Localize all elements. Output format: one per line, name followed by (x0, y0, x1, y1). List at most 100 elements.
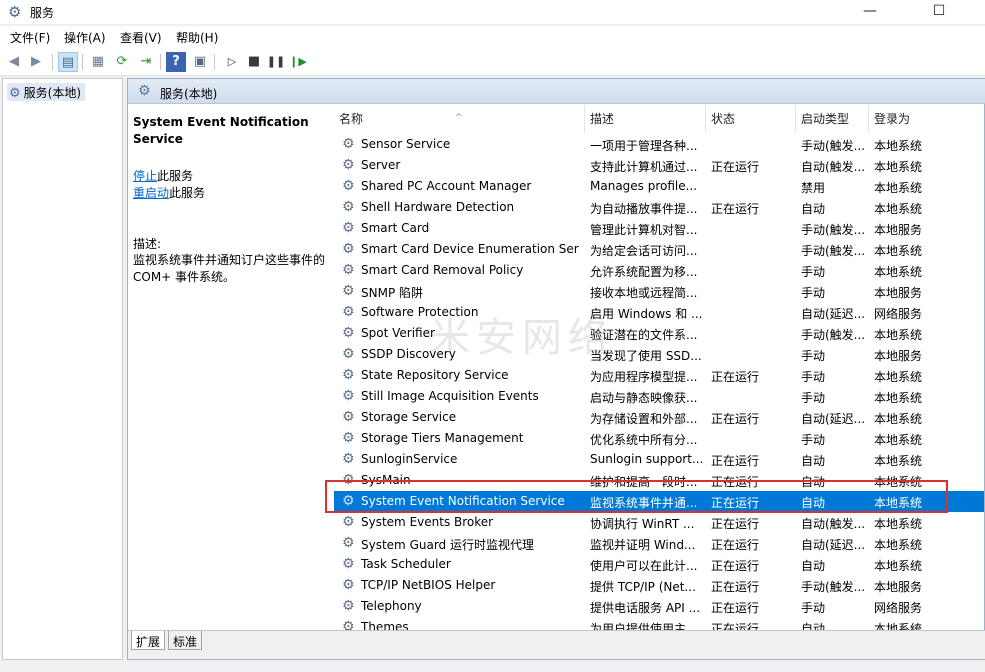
service-gear-icon: ⚙ (342, 514, 355, 530)
console-tree-icon[interactable]: ▤ (58, 52, 78, 72)
forward-arrow-icon[interactable]: ▶ (26, 52, 46, 72)
table-row[interactable]: ⚙ SunloginService Sunlogin support... 正在运行 自… (334, 449, 984, 470)
service-name: SSDP Discovery (361, 347, 456, 361)
properties-sheet-icon[interactable]: ▦ (88, 52, 108, 72)
view-pane-icon[interactable]: ▣ (190, 52, 210, 72)
service-startup-type: 自动(延迟... (801, 307, 866, 321)
service-log-on-as: 本地系统 (874, 559, 923, 573)
table-row[interactable]: ⚙ SysMain 维护和提高一段时... 正在运行 自动 本地系统 (334, 470, 984, 491)
stop-service-link[interactable]: 停止 (133, 169, 157, 183)
menu-file[interactable]: 文件(F) (10, 29, 50, 46)
service-log-on-as: 本地系统 (874, 622, 923, 630)
service-status: 正在运行 (711, 622, 760, 630)
column-header-description[interactable]: 描述 (585, 105, 706, 133)
table-row[interactable]: ⚙ Smart Card Device Enumeration Ser... 为给定… (334, 239, 984, 260)
service-startup-type: 自动 (801, 622, 826, 630)
service-description: 提供 TCP/IP (Net... (590, 580, 696, 594)
service-name: Server (361, 158, 401, 172)
table-row[interactable]: ⚙ Themes 为用户提供使用主... 正在运行 自动 本地系统 (334, 617, 984, 630)
column-header-log-on-as[interactable]: 登录为 (869, 105, 949, 133)
service-log-on-as: 本地系统 (874, 244, 923, 258)
service-name: Themes (361, 620, 409, 630)
table-row[interactable]: ⚙ Software Protection 启用 Windows 和 ... 自动(延… (334, 302, 984, 323)
table-row[interactable]: ⚙ Storage Tiers Management 优化系统中所有分... 手动 本地… (334, 428, 984, 449)
minimize-button[interactable]: — (847, 0, 893, 24)
menu-view[interactable]: 查看(V) (120, 29, 162, 46)
table-row[interactable]: ⚙ Telephony 提供电话服务 API ... 正在运行 手动 网络服务 (334, 596, 984, 617)
table-row[interactable]: ⚙ Task Scheduler 使用户可以在此计... 正在运行 自动 本地系统 (334, 554, 984, 575)
table-row[interactable]: ⚙ System Guard 运行时监视代理 监视并证明 Wind... 正在运行 自动… (334, 533, 984, 554)
service-description: 验证潜在的文件系... (590, 328, 698, 342)
service-status: 正在运行 (711, 496, 760, 510)
table-row[interactable]: ⚙ Shell Hardware Detection 为自动播放事件提... 正在运行… (334, 197, 984, 218)
table-row[interactable]: ⚙ SNMP 陷阱 接收本地或远程简... 手动 本地服务 (334, 281, 984, 302)
maximize-button[interactable]: ☐ (916, 0, 962, 24)
service-startup-type: 手动 (801, 265, 826, 279)
table-row[interactable]: ⚙ State Repository Service 为应用程序模型提... 正在运行… (334, 365, 984, 386)
restart-service-link[interactable]: 重启动 (133, 186, 169, 200)
service-description: 允许系统配置为移... (590, 265, 698, 279)
title-bar: ⚙ 服务 — ☐ ✕ (0, 0, 985, 24)
service-description: 启用 Windows 和 ... (590, 307, 702, 321)
service-startup-type: 自动(触发... (801, 160, 866, 174)
table-row[interactable]: ⚙ System Event Notification Service 监视系统事件… (334, 491, 984, 512)
tree-item-services-local[interactable]: ⚙ 服务(本地) (7, 83, 86, 101)
service-startup-type: 手动(触发... (801, 580, 866, 594)
tab-extended[interactable]: 扩展 (131, 631, 166, 650)
console-tree: ⚙ 服务(本地) (2, 78, 123, 660)
service-name: Spot Verifier (361, 326, 435, 340)
table-row[interactable]: ⚙ Sensor Service 一项用于管理各种... 手动(触发... 本地系统 (334, 134, 984, 155)
column-header-startup-type[interactable]: 启动类型 (796, 105, 869, 133)
export-list-icon[interactable]: ⇥ (136, 52, 156, 72)
services-pane: ⚙ 服务(本地) System Event Notification Servi… (127, 78, 985, 660)
table-row[interactable]: ⚙ Smart Card 管理此计算机对智... 手动(触发... 本地服务 (334, 218, 984, 239)
service-startup-type: 手动(触发... (801, 244, 866, 258)
service-log-on-as: 网络服务 (874, 307, 923, 321)
services-list: 名称 ^ 描述 状态 启动类型 登录为 ⚙ Sensor Service 一项用于管… (334, 105, 984, 630)
service-gear-icon: ⚙ (342, 493, 355, 509)
help-icon[interactable]: ? (166, 52, 186, 72)
service-gear-icon: ⚙ (342, 451, 355, 467)
table-row[interactable]: ⚙ Smart Card Removal Policy 允许系统配置为移... 手动 本… (334, 260, 984, 281)
back-arrow-icon[interactable]: ◀ (4, 52, 24, 72)
table-row[interactable]: ⚙ Storage Service 为存储设置和外部... 正在运行 自动(延迟... 本… (334, 407, 984, 428)
service-name: Sensor Service (361, 137, 451, 151)
restart-service-icon[interactable]: ❙▶ (288, 52, 308, 72)
service-status: 正在运行 (711, 475, 760, 489)
service-status: 正在运行 (711, 538, 760, 552)
service-startup-type: 手动 (801, 601, 826, 615)
table-row[interactable]: ⚙ System Events Broker 协调执行 WinRT ... 正在运行 自… (334, 512, 984, 533)
table-row[interactable]: ⚙ Server 支持此计算机通过... 正在运行 自动(触发... 本地系统 (334, 155, 984, 176)
table-row[interactable]: ⚙ SSDP Discovery 当发现了使用 SSD... 手动 本地服务 (334, 344, 984, 365)
table-row[interactable]: ⚙ Still Image Acquisition Events 启动与静态映像获.… (334, 386, 984, 407)
table-row[interactable]: ⚙ Spot Verifier 验证潜在的文件系... 手动(触发... 本地系统 (334, 323, 984, 344)
service-gear-icon: ⚙ (342, 178, 355, 194)
menu-action[interactable]: 操作(A) (64, 29, 106, 46)
service-startup-type: 自动 (801, 559, 826, 573)
menu-help[interactable]: 帮助(H) (176, 29, 218, 46)
service-name: SunloginService (361, 452, 458, 466)
column-header-status[interactable]: 状态 (706, 105, 796, 133)
pause-service-icon[interactable]: ❚❚ (266, 52, 286, 72)
service-startup-type: 禁用 (801, 181, 826, 195)
column-header-name[interactable]: 名称 ^ (334, 105, 585, 133)
service-gear-icon: ⚙ (342, 283, 355, 299)
refresh-icon[interactable]: ⟳ (112, 52, 132, 72)
service-log-on-as: 本地系统 (874, 433, 923, 447)
service-startup-type: 自动 (801, 496, 826, 510)
service-log-on-as: 本地系统 (874, 370, 923, 384)
start-service-icon[interactable]: ▷ (222, 52, 242, 72)
service-description: 启动与静态映像获... (590, 391, 698, 405)
service-description: 优化系统中所有分... (590, 433, 698, 447)
stop-service-icon[interactable]: ■ (244, 52, 264, 72)
tab-standard[interactable]: 标准 (168, 631, 203, 650)
table-row[interactable]: ⚙ Shared PC Account Manager Manages profil… (334, 176, 984, 197)
service-description: 管理此计算机对智... (590, 223, 698, 237)
service-name: Still Image Acquisition Events (361, 389, 539, 403)
service-status: 正在运行 (711, 454, 760, 468)
service-log-on-as: 本地服务 (874, 580, 923, 594)
service-description: 为给定会话可访问... (590, 244, 698, 258)
service-description: 支持此计算机通过... (590, 160, 698, 174)
table-row[interactable]: ⚙ TCP/IP NetBIOS Helper 提供 TCP/IP (Net... 正… (334, 575, 984, 596)
service-status: 正在运行 (711, 580, 760, 594)
